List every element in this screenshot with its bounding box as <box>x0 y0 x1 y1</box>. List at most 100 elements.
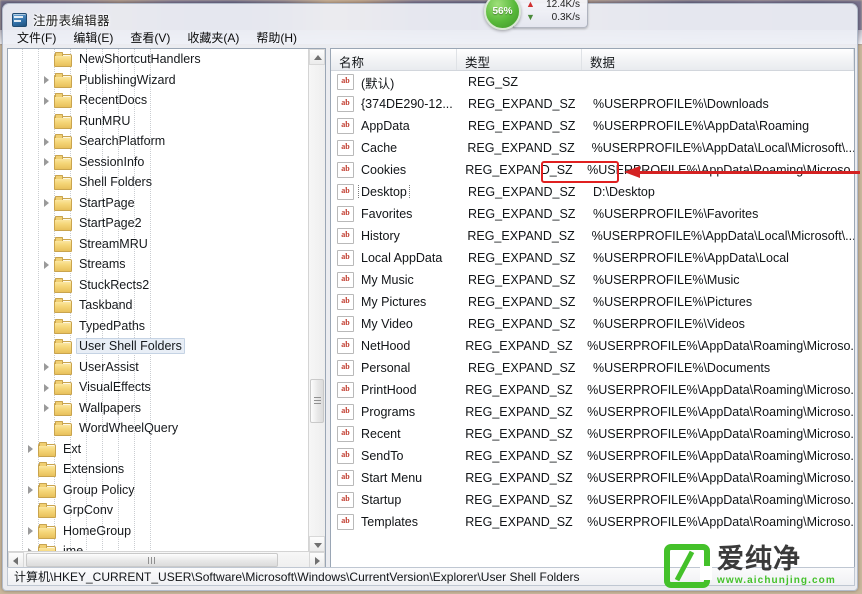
list-body[interactable]: ab (默认) REG_SZ ab {374DE290-12... REG_EXPAND_… <box>331 71 854 569</box>
tree-scroll-up-button[interactable] <box>309 49 325 65</box>
tree-item-label: Wallpapers <box>79 400 142 415</box>
table-row[interactable]: ab AppData REG_EXPAND_SZ %USERPROFILE%\AppD… <box>331 115 854 137</box>
cell-value-name: My Pictures <box>358 295 468 309</box>
table-row[interactable]: ab {374DE290-12... REG_EXPAND_SZ %USERPROFI… <box>331 93 854 115</box>
cell-value-name: SendTo <box>358 449 465 463</box>
tree-item[interactable]: WordWheelQuery <box>8 418 309 439</box>
chevron-right-icon[interactable] <box>42 382 53 393</box>
value-name-text: Startup <box>361 493 402 507</box>
value-name-text: History <box>361 229 400 243</box>
tree-item[interactable]: TypedPaths <box>8 316 309 337</box>
status-bar-path: 计算机\HKEY_CURRENT_USER\Software\Microsoft… <box>14 570 580 584</box>
cell-value-type: REG_EXPAND_SZ <box>468 361 576 375</box>
tree-item[interactable]: VisualEffects <box>8 377 309 398</box>
tree-scroll-left-button[interactable] <box>8 552 24 568</box>
table-row[interactable]: ab Programs REG_EXPAND_SZ %USERPROFILE%\App… <box>331 401 854 423</box>
tree-item[interactable]: SessionInfo <box>8 152 309 173</box>
table-row[interactable]: ab (默认) REG_SZ <box>331 71 854 93</box>
folder-icon <box>54 298 72 314</box>
tree-item-label: StuckRects2 <box>79 277 150 292</box>
system-monitor-widget[interactable]: 56% ▲ 12.4K/s ▼ 0.3K/s <box>484 0 674 30</box>
tree-vertical-scrollbar[interactable] <box>308 49 325 552</box>
tree-item[interactable]: RecentDocs <box>8 90 309 111</box>
menu-edit[interactable]: 编辑(E) <box>65 27 122 48</box>
tree-item[interactable]: Wallpapers <box>8 398 309 419</box>
table-row[interactable]: ab Desktop REG_EXPAND_SZ D:\Desktop <box>331 181 854 203</box>
chevron-right-icon[interactable] <box>42 156 53 167</box>
table-row[interactable]: ab Personal REG_EXPAND_SZ %USERPROFILE%\Doc… <box>331 357 854 379</box>
cell-value-type: REG_EXPAND_SZ <box>468 317 576 331</box>
chevron-right-icon[interactable] <box>42 136 53 147</box>
column-header-name[interactable]: 名称 <box>331 49 457 70</box>
tree-item[interactable]: Ext <box>8 439 309 460</box>
table-row[interactable]: ab NetHood REG_EXPAND_SZ %USERPROFILE%\AppD… <box>331 335 854 357</box>
table-row[interactable]: ab My Music REG_EXPAND_SZ %USERPROFILE%\Mus… <box>331 269 854 291</box>
tree-item[interactable]: PublishingWizard <box>8 70 309 91</box>
menu-help[interactable]: 帮助(H) <box>248 27 306 48</box>
column-header-type[interactable]: 类型 <box>457 49 582 70</box>
table-row[interactable]: ab Favorites REG_EXPAND_SZ %USERPROFILE%\Fa… <box>331 203 854 225</box>
tree-item[interactable]: GrpConv <box>8 500 309 521</box>
tree-item[interactable]: Taskband <box>8 295 309 316</box>
cell-value-data: %USERPROFILE%\Music <box>593 273 740 287</box>
table-row[interactable]: ab My Video REG_EXPAND_SZ %USERPROFILE%\Vid… <box>331 313 854 335</box>
chevron-right-icon[interactable] <box>42 259 53 270</box>
folder-icon <box>54 134 72 150</box>
table-row[interactable]: ab History REG_EXPAND_SZ %USERPROFILE%\AppD… <box>331 225 854 247</box>
table-row[interactable]: ab Startup REG_EXPAND_SZ %USERPROFILE%\AppD… <box>331 489 854 511</box>
table-row[interactable]: ab Recent REG_EXPAND_SZ %USERPROFILE%\AppDa… <box>331 423 854 445</box>
chevron-right-icon[interactable] <box>26 443 37 454</box>
folder-icon <box>38 503 56 519</box>
download-speed-line: ▼ 0.3K/s <box>526 11 580 24</box>
tree-item[interactable]: StartPage <box>8 193 309 214</box>
chevron-right-icon[interactable] <box>26 525 37 536</box>
tree-item[interactable]: UserAssist <box>8 357 309 378</box>
tree-item[interactable]: StreamMRU <box>8 234 309 255</box>
menu-file[interactable]: 文件(F) <box>9 27 65 48</box>
table-row[interactable]: ab Local AppData REG_EXPAND_SZ %USERPROFILE… <box>331 247 854 269</box>
cell-value-name: Cache <box>358 141 467 155</box>
tree-item[interactable]: SearchPlatform <box>8 131 309 152</box>
tree-item[interactable]: Streams <box>8 254 309 275</box>
tree-item[interactable]: Shell Folders <box>8 172 309 193</box>
tree-item[interactable]: StuckRects2 <box>8 275 309 296</box>
string-value-icon: ab <box>337 96 354 112</box>
tree-item[interactable]: StartPage2 <box>8 213 309 234</box>
cell-value-name: Recent <box>358 427 465 441</box>
column-header-data[interactable]: 数据 <box>582 49 854 70</box>
chevron-right-icon[interactable] <box>42 402 53 413</box>
table-row[interactable]: ab Cookies REG_EXPAND_SZ %USERPROFILE%\AppD… <box>331 159 854 181</box>
tree-item-label: WordWheelQuery <box>79 421 179 436</box>
menu-favorites[interactable]: 收藏夹(A) <box>179 27 248 48</box>
tree-scroll-thumb[interactable] <box>310 379 324 423</box>
registry-values-pane: 名称 类型 数据 ab (默认) REG_SZ ab {374DE290-12... RE… <box>330 48 855 570</box>
chevron-right-icon[interactable] <box>26 484 37 495</box>
table-row[interactable]: ab Templates REG_EXPAND_SZ %USERPROFILE%\Ap… <box>331 511 854 533</box>
folder-icon <box>38 482 56 498</box>
tree-item[interactable]: RunMRU <box>8 111 309 132</box>
table-row[interactable]: ab PrintHood REG_EXPAND_SZ %USERPROFILE%\Ap… <box>331 379 854 401</box>
chevron-right-icon[interactable] <box>42 74 53 85</box>
menu-view[interactable]: 查看(V) <box>122 27 179 48</box>
tree-item[interactable]: NewShortcutHandlers <box>8 49 309 70</box>
tree-scroll-right-button[interactable] <box>309 552 325 568</box>
chevron-right-icon[interactable] <box>42 197 53 208</box>
tree-scroll-down-button[interactable] <box>309 536 325 552</box>
chevron-right-icon[interactable] <box>42 95 53 106</box>
table-row[interactable]: ab My Pictures REG_EXPAND_SZ %USERPROFILE%\… <box>331 291 854 313</box>
cell-value-data: %USERPROFILE%\AppData\Roaming\Microso... <box>587 493 854 507</box>
table-row[interactable]: ab Cache REG_EXPAND_SZ %USERPROFILE%\AppDat… <box>331 137 854 159</box>
tree-item[interactable]: Group Policy <box>8 480 309 501</box>
tree-scroll-region[interactable]: NewShortcutHandlers PublishingWizard Recen… <box>8 49 309 552</box>
table-row[interactable]: ab Start Menu REG_EXPAND_SZ %USERPROFILE%\A… <box>331 467 854 489</box>
table-row[interactable]: ab SendTo REG_EXPAND_SZ %USERPROFILE%\AppDa… <box>331 445 854 467</box>
folder-icon <box>54 195 72 211</box>
tree-item[interactable]: Extensions <box>8 459 309 480</box>
tree-item-label: GrpConv <box>63 503 114 518</box>
chevron-right-icon[interactable] <box>42 361 53 372</box>
tree-item[interactable]: User Shell Folders <box>8 336 309 357</box>
tree-item[interactable]: HomeGroup <box>8 521 309 542</box>
tree-hscroll-thumb[interactable] <box>26 553 278 567</box>
